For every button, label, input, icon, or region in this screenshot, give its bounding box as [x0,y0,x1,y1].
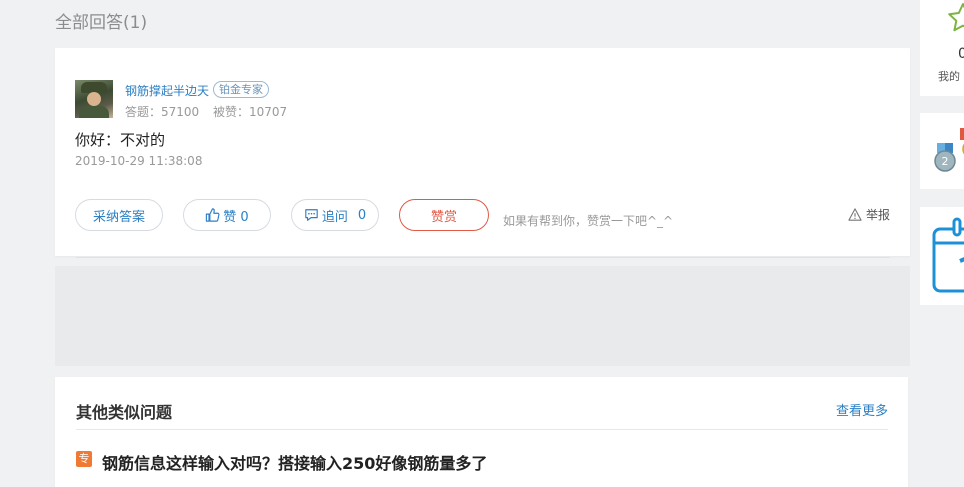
divider [76,429,888,430]
calendar-icon[interactable] [932,217,964,297]
comment-icon [305,209,318,221]
medal-icon[interactable]: 2 [932,125,964,177]
reward-label: 赞赏 [430,209,457,225]
star-icon[interactable] [947,2,964,34]
ad-placeholder [55,266,910,366]
similar-questions-title: 其他类似问题 [76,403,173,422]
warning-icon [848,208,862,221]
adopt-label: 采纳答案 [92,209,145,225]
svg-text:2: 2 [942,155,949,168]
avatar[interactable] [75,80,113,118]
username-link[interactable]: 钢筋撑起半边天 [125,82,209,99]
followup-count: 0 [357,207,367,223]
expert-tag: 专 [76,451,92,467]
likes-count: 被赞：10707 [213,105,288,119]
report-label: 举报 [865,208,890,222]
sidebar-card-checkin [920,207,964,305]
answers-count: 答题：57100 [125,105,200,119]
sidebar-card-favorites: 0 我的 [920,0,964,96]
reward-button[interactable]: 赞赏 [399,199,489,231]
sidebar-card-rank: 2 [920,113,964,189]
like-label: 赞 0 [223,209,249,225]
like-button[interactable]: 赞 0 [183,199,271,231]
view-more-link[interactable]: 查看更多 [836,400,888,419]
answer-card: 钢筋撑起半边天 铂金专家 答题：57100 被赞：10707 你好：不对的 20… [55,48,910,256]
similar-question-link[interactable]: 钢筋信息这样输入对吗？搭接输入250好像钢筋量多了 [102,450,487,474]
followup-label: 追问 [321,209,348,225]
adopt-answer-button[interactable]: 采纳答案 [75,199,163,231]
favorites-count: 0 [958,46,964,62]
report-button[interactable]: 举报 [848,206,890,223]
answer-timestamp: 2019-10-29 11:38:08 [75,154,203,168]
section-title: 全部回答(1) [55,13,148,33]
answer-text: 你好：不对的 [75,131,166,149]
favorites-label: 我的 [938,70,960,83]
user-stats: 答题：57100 被赞：10707 [125,103,297,120]
divider [76,257,890,258]
expert-badge: 铂金专家 [213,81,269,98]
thumb-up-icon [206,208,220,222]
reward-hint: 如果有帮到你，赞赏一下吧^_^ [503,214,674,228]
similar-questions-card: 其他类似问题 查看更多 专 钢筋信息这样输入对吗？搭接输入250好像钢筋量多了 [55,377,908,487]
followup-button[interactable]: 追问 0 [291,199,379,231]
